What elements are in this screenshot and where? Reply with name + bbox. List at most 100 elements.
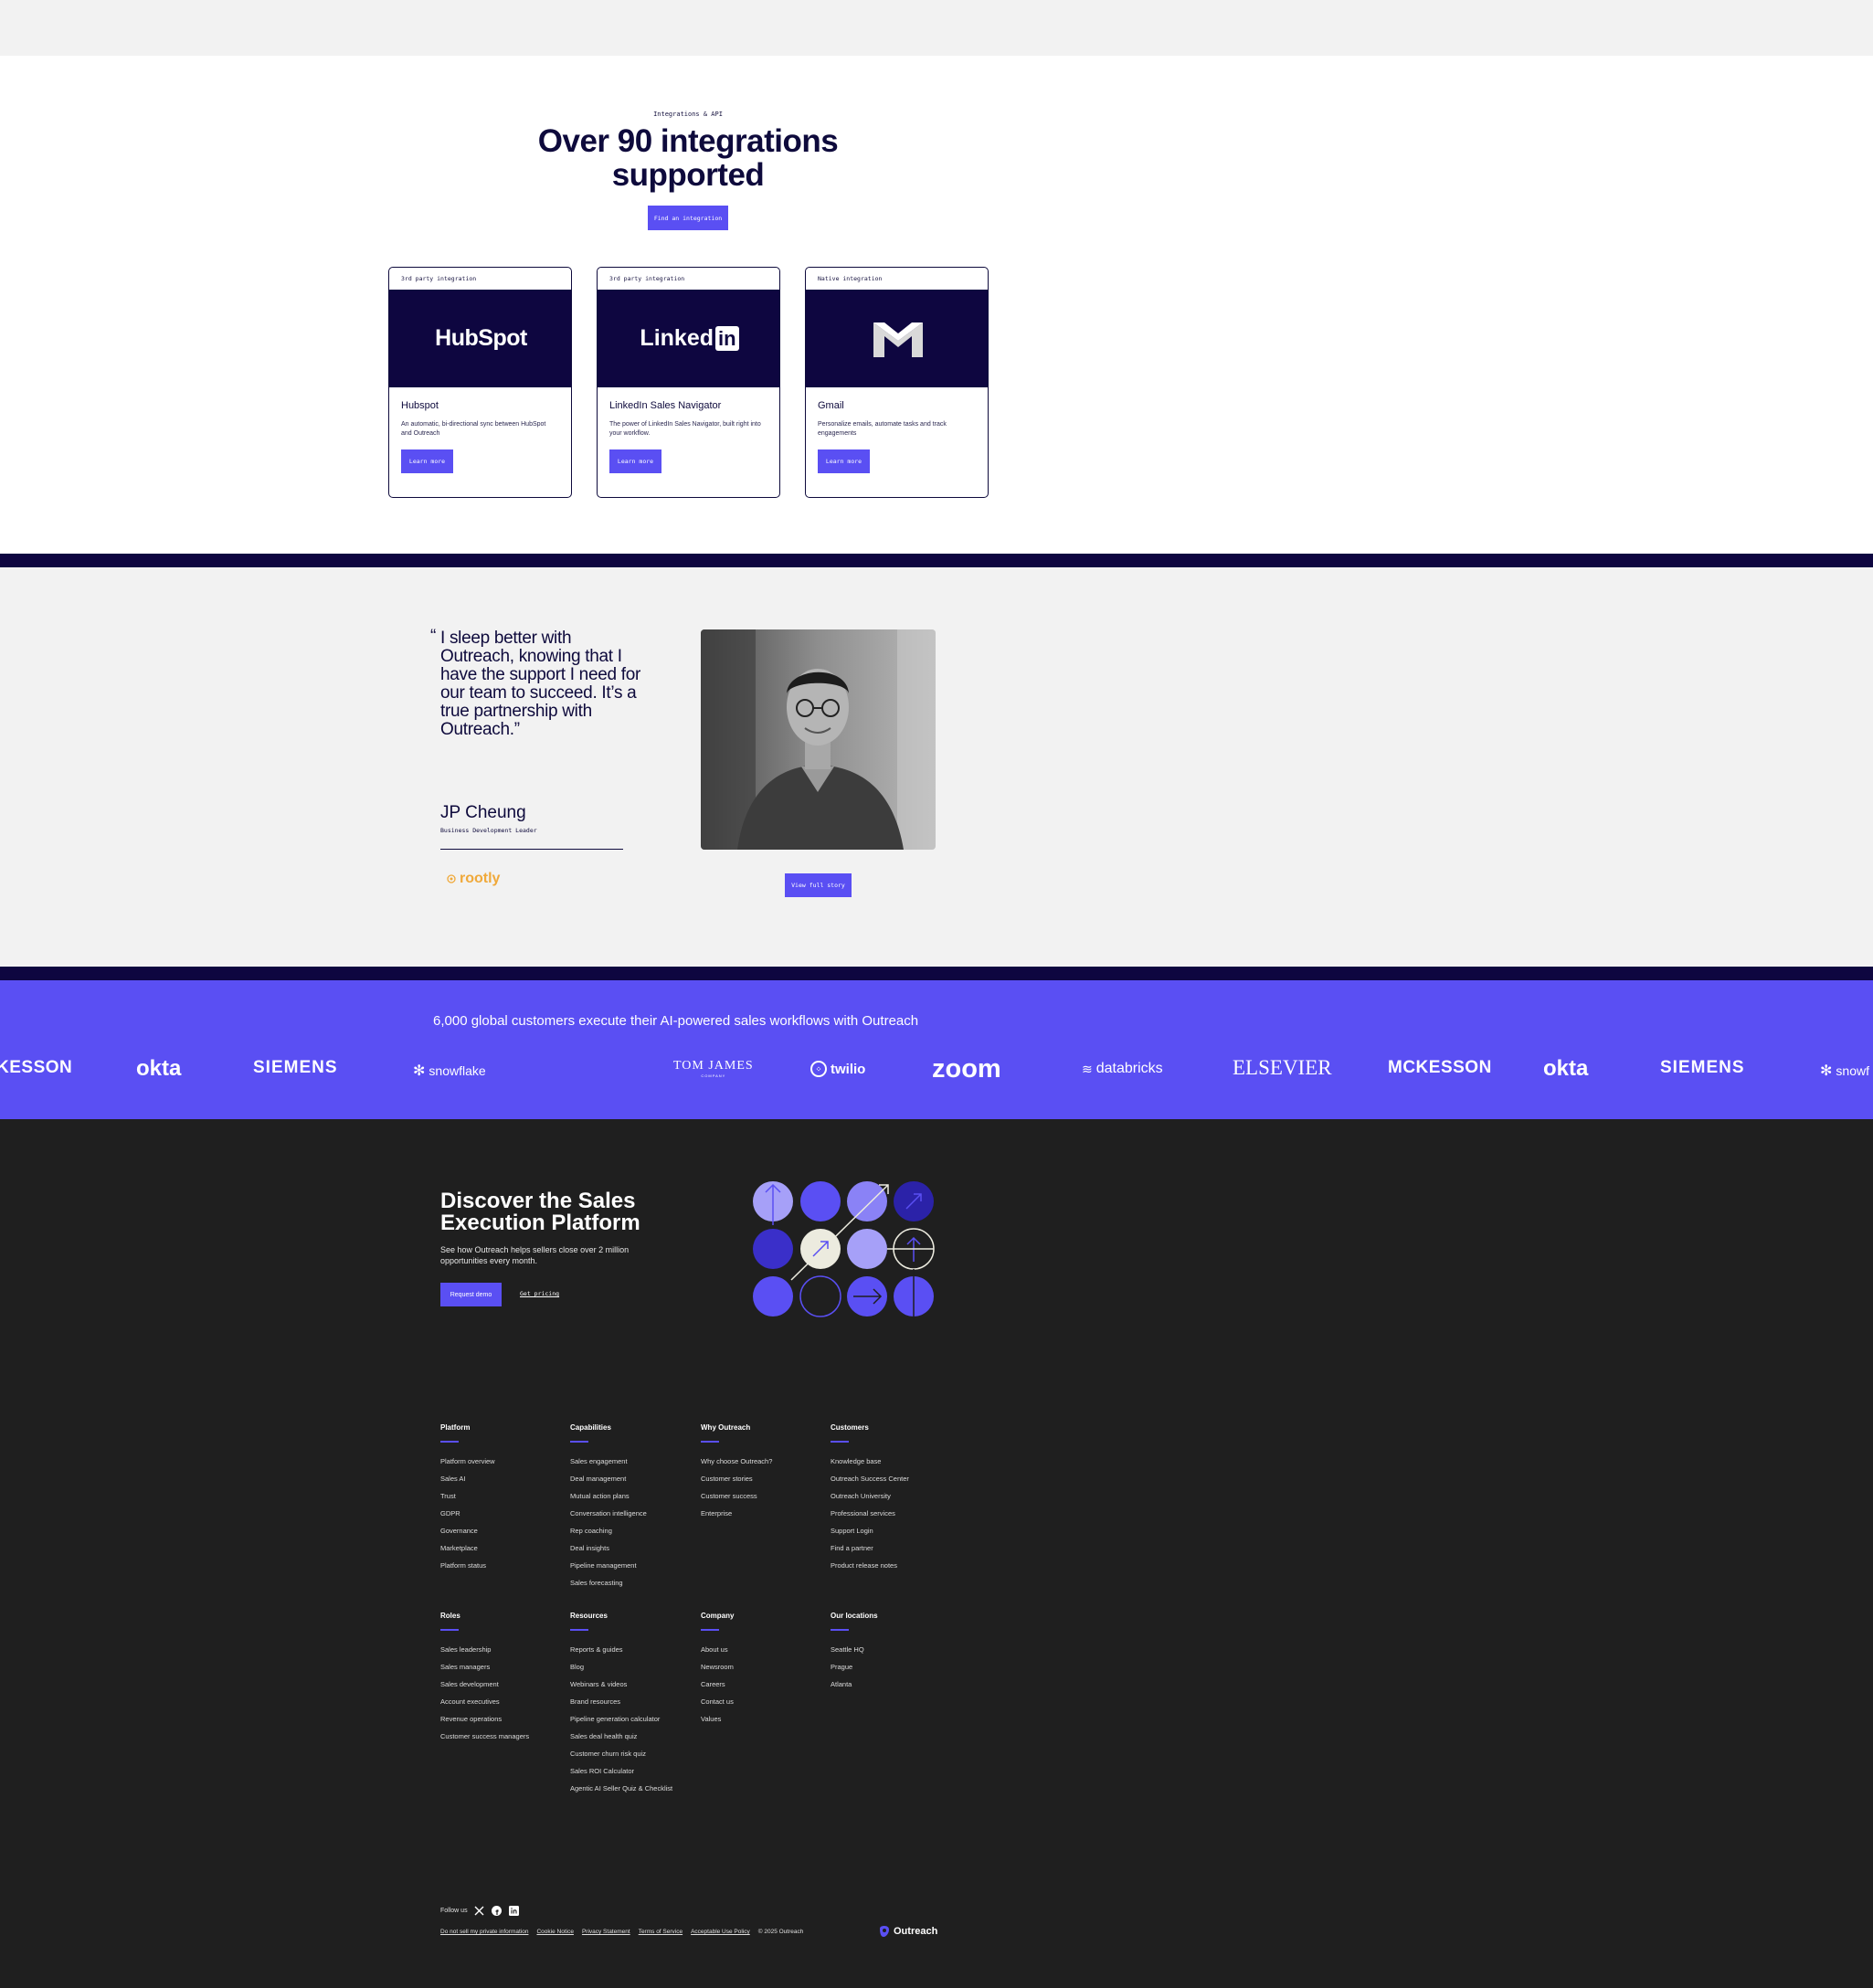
footer-link[interactable]: Customer stories <box>701 1475 824 1484</box>
footer-cta-description: See how Outreach helps sellers close ove… <box>440 1245 630 1265</box>
get-pricing-link[interactable]: Get pricing <box>520 1290 559 1297</box>
card-description: An automatic, bi-directional sync betwee… <box>401 421 546 437</box>
footer-link[interactable]: Customer success <box>701 1492 824 1501</box>
footer-link[interactable]: Platform status <box>440 1561 564 1570</box>
footer-link[interactable]: Platform overview <box>440 1457 564 1466</box>
footer-link[interactable]: Outreach University <box>831 1492 954 1501</box>
footer-column-title: Company <box>701 1612 735 1620</box>
mckesson-logo-text: MCKESSON <box>1388 1058 1492 1077</box>
footer-link[interactable]: Sales managers <box>440 1663 564 1672</box>
footer-link[interactable]: Outreach Success Center <box>831 1475 954 1484</box>
card-description: Personalize emails, automate tasks and t… <box>818 421 947 437</box>
footer-column-resources: Resources Reports & guides Blog Webinars & … <box>570 1612 693 1802</box>
rootly-wordmark: rootly <box>460 871 501 886</box>
acceptable-use-policy-link[interactable]: Acceptable Use Policy <box>691 1929 750 1935</box>
find-integration-button[interactable]: Find an integration <box>648 206 728 230</box>
footer-column-title: Our locations <box>831 1612 878 1620</box>
zoom-logo-text: zoom <box>932 1054 1001 1084</box>
copyright: © 2025 Outreach <box>757 1929 804 1935</box>
databricks-icon: ≋ <box>1082 1061 1093 1076</box>
footer-link[interactable]: Newsroom <box>701 1663 824 1672</box>
hubspot-logo-text: HubSpot <box>435 325 527 351</box>
footer-link[interactable]: Brand resources <box>570 1697 693 1707</box>
footer-link[interactable]: Sales development <box>440 1680 564 1689</box>
footer-link[interactable]: Enterprise <box>701 1509 824 1518</box>
column-accent-rule <box>570 1441 588 1443</box>
footer-link[interactable]: Trust <box>440 1492 564 1501</box>
footer-link[interactable]: Marketplace <box>440 1544 564 1553</box>
footer-link[interactable]: Customer churn risk quiz <box>570 1750 693 1759</box>
customers-headline: 6,000 global customers execute their AI-… <box>433 1013 919 1029</box>
card-name: LinkedIn Sales Navigator <box>609 400 722 411</box>
terms-of-service-link[interactable]: Terms of Service <box>639 1929 683 1935</box>
elsevier-logo: ELSEVIER <box>1233 1056 1332 1080</box>
rootly-logo: rootly <box>446 871 500 887</box>
footer-link[interactable]: Why choose Outreach? <box>701 1457 824 1466</box>
okta-logo: okta <box>136 1056 181 1082</box>
linkedin-badge: in <box>715 326 739 351</box>
footer-link[interactable]: Pipeline generation calculator <box>570 1715 693 1724</box>
top-gap <box>0 0 1873 56</box>
footer-link[interactable]: Account executives <box>440 1697 564 1707</box>
footer-link[interactable]: Values <box>701 1715 824 1724</box>
footer-link[interactable]: Deal insights <box>570 1544 693 1553</box>
learn-more-button[interactable]: Learn more <box>401 449 453 473</box>
footer-link[interactable]: Sales leadership <box>440 1645 564 1655</box>
x-twitter-icon[interactable] <box>474 1905 485 1916</box>
view-full-story-button[interactable]: View full story <box>785 873 852 897</box>
outreach-wordmark: Outreach <box>894 1926 938 1937</box>
footer-link[interactable]: Contact us <box>701 1697 824 1707</box>
footer-link[interactable]: Sales ROI Calculator <box>570 1767 693 1776</box>
footer-link[interactable]: Find a partner <box>831 1544 954 1553</box>
footer-link[interactable]: Customer success managers <box>440 1732 564 1741</box>
divider <box>440 849 623 850</box>
footer-link[interactable]: Blog <box>570 1663 693 1672</box>
footer-link[interactable]: Revenue operations <box>440 1715 564 1724</box>
tom-james-logo: TOM JAMES COMPANY <box>673 1059 754 1078</box>
footer-link[interactable]: Agentic AI Seller Quiz & Checklist <box>570 1784 693 1793</box>
footer-link[interactable]: Rep coaching <box>570 1527 693 1536</box>
footer-link[interactable]: Pipeline management <box>570 1561 693 1570</box>
footer-link[interactable]: Atlanta <box>831 1680 954 1689</box>
twilio-logo-text: twilio <box>831 1061 866 1077</box>
footer-link[interactable]: Reports & guides <box>570 1645 693 1655</box>
learn-more-button[interactable]: Learn more <box>609 449 661 473</box>
footer-link[interactable]: Sales deal health quiz <box>570 1732 693 1741</box>
integrations-eyebrow: Integrations & API <box>653 111 723 118</box>
tom-james-logo-text: TOM JAMES <box>673 1059 754 1073</box>
mckesson-logo: MCKESSON <box>1388 1058 1492 1078</box>
footer-link[interactable]: Prague <box>831 1663 954 1672</box>
zoom-logo: zoom <box>932 1054 1001 1084</box>
footer-link[interactable]: Webinars & videos <box>570 1680 693 1689</box>
footer-link[interactable]: Sales forecasting <box>570 1579 693 1588</box>
footer-link[interactable]: Support Login <box>831 1527 954 1536</box>
siemens-logo-text: SIEMENS <box>1660 1058 1745 1077</box>
privacy-statement-link[interactable]: Privacy Statement <box>582 1929 630 1935</box>
column-accent-rule <box>701 1441 719 1443</box>
outreach-logo[interactable]: Outreach <box>879 1926 937 1937</box>
column-accent-rule <box>831 1629 849 1631</box>
learn-more-button[interactable]: Learn more <box>818 449 870 473</box>
mckesson-logo: KESSON <box>0 1058 72 1078</box>
cookie-notice-link[interactable]: Cookie Notice <box>536 1929 573 1935</box>
linkedin-icon[interactable] <box>509 1905 520 1916</box>
footer-link[interactable]: Knowledge base <box>831 1457 954 1466</box>
linkedin-logo-text: Linked <box>640 325 714 351</box>
footer-link[interactable]: Product release notes <box>831 1561 954 1570</box>
footer-link[interactable]: Sales AI <box>440 1475 564 1484</box>
footer-link[interactable]: Governance <box>440 1527 564 1536</box>
footer-link[interactable]: About us <box>701 1645 824 1655</box>
do-not-sell-link[interactable]: Do not sell my private information <box>440 1929 528 1935</box>
siemens-logo: SIEMENS <box>1660 1058 1745 1078</box>
facebook-icon[interactable] <box>492 1905 503 1916</box>
request-demo-button[interactable]: Request demo <box>440 1283 502 1306</box>
footer-link[interactable]: Conversation intelligence <box>570 1509 693 1518</box>
footer-link[interactable]: Sales engagement <box>570 1457 693 1466</box>
footer-link[interactable]: Seattle HQ <box>831 1645 954 1655</box>
footer-link[interactable]: Careers <box>701 1680 824 1689</box>
footer-link[interactable]: Deal management <box>570 1475 693 1484</box>
footer-link[interactable]: GDPR <box>440 1509 564 1518</box>
footer-link[interactable]: Mutual action plans <box>570 1492 693 1501</box>
footer-link[interactable]: Professional services <box>831 1509 954 1518</box>
card-name: Hubspot <box>401 400 439 411</box>
